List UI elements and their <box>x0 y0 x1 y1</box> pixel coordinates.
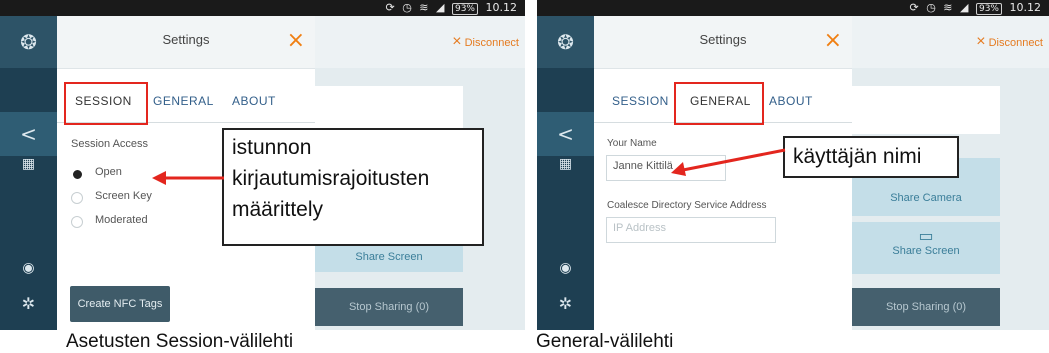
your-name-label: Your Name <box>607 138 657 149</box>
share-screen-button[interactable]: Share Screen <box>315 242 463 272</box>
tab-about[interactable]: ABOUT <box>769 94 813 108</box>
radio-moderated[interactable] <box>71 216 83 228</box>
alarm-icon: ◷ <box>926 1 936 14</box>
option-open-label: Open <box>95 166 122 178</box>
close-icon: × <box>976 33 986 50</box>
wifi-icon: ≋ <box>419 1 429 14</box>
callout-arrow-left <box>152 171 224 185</box>
wifi-icon: ≋ <box>943 1 953 14</box>
share-icon[interactable]: < <box>0 122 57 146</box>
radio-screen-key[interactable] <box>71 192 83 204</box>
sync-icon: ⟳ <box>385 1 395 14</box>
share-screen-button[interactable]: ▭ Share Screen <box>852 222 1000 274</box>
app-logo-icon[interactable]: ❂ <box>537 30 594 54</box>
status-icons: ⟳ ◷ ≋ ◢ 93% 10.12 <box>381 1 518 15</box>
share-icon[interactable]: < <box>537 122 594 146</box>
option-moderated-label: Moderated <box>95 214 148 226</box>
tab-general[interactable]: GENERAL <box>153 94 214 108</box>
eye-icon[interactable]: ◉ <box>537 260 594 276</box>
stop-sharing-button[interactable]: Stop Sharing (0) <box>852 288 1000 326</box>
settings-title: Settings <box>699 32 747 47</box>
gear-icon[interactable]: ✲ <box>0 294 57 313</box>
calendar-icon[interactable]: ▦ <box>537 156 594 172</box>
callout-user-name: käyttäjän nimi <box>783 136 959 178</box>
clock: 10.12 <box>485 1 518 14</box>
callout-arrow-right <box>671 148 786 176</box>
side-rail: ❂ < ▦ ◉ ✲ <box>537 16 594 330</box>
sync-icon: ⟳ <box>909 1 919 14</box>
settings-header: Settings × <box>57 16 315 69</box>
highlight-box-general <box>674 82 764 125</box>
side-rail: ❂ < ▦ ◉ ✲ <box>0 16 57 330</box>
right-caption: General-välilehti <box>536 331 674 352</box>
highlight-box-session <box>64 82 148 125</box>
signal-icon: ◢ <box>960 1 969 14</box>
preview-card <box>315 86 463 134</box>
eye-icon[interactable]: ◉ <box>0 260 57 276</box>
settings-title: Settings <box>162 32 210 47</box>
address-field[interactable]: IP Address <box>606 217 776 243</box>
callout-session-access: istunnon kirjautumisrajoitusten määritte… <box>222 128 484 246</box>
option-screen-key-label: Screen Key <box>95 190 152 202</box>
stop-sharing-button[interactable]: Stop Sharing (0) <box>315 288 463 326</box>
monitor-icon: ▭ <box>918 226 934 245</box>
close-icon: × <box>452 33 462 50</box>
address-label: Coalesce Directory Service Address <box>607 200 767 211</box>
settings-header: Settings × <box>594 16 852 69</box>
status-icons: ⟳ ◷ ≋ ◢ 93% 10.12 <box>905 1 1042 15</box>
clock: 10.12 <box>1009 1 1042 14</box>
signal-icon: ◢ <box>436 1 445 14</box>
battery-indicator: 93% <box>451 3 478 15</box>
status-bar: ⟳ ◷ ≋ ◢ 93% 10.12 <box>537 0 1049 16</box>
app-logo-icon[interactable]: ❂ <box>0 30 57 54</box>
alarm-icon: ◷ <box>402 1 412 14</box>
gear-icon[interactable]: ✲ <box>537 294 594 313</box>
disconnect-button[interactable]: × Disconnect <box>976 33 1043 51</box>
close-icon[interactable]: × <box>824 28 842 53</box>
status-bar: ⟳ ◷ ≋ ◢ 93% 10.12 <box>0 0 525 16</box>
preview-card <box>852 86 1000 134</box>
tab-session[interactable]: SESSION <box>612 94 669 108</box>
battery-indicator: 93% <box>975 3 1002 15</box>
screenshot-general-tab: ⟳ ◷ ≋ ◢ 93% 10.12 ❂ < ▦ ◉ ✲ Settings × S… <box>537 0 1049 330</box>
calendar-icon[interactable]: ▦ <box>0 156 57 172</box>
radio-open[interactable] <box>73 170 82 179</box>
create-nfc-tags-button[interactable]: Create NFC Tags <box>70 286 170 322</box>
session-access-label: Session Access <box>71 138 149 150</box>
screenshot-session-tab: ⟳ ◷ ≋ ◢ 93% 10.12 ❂ < ▦ ◉ ✲ Settings × S… <box>0 0 525 330</box>
disconnect-button[interactable]: × Disconnect <box>452 33 519 51</box>
left-caption: Asetusten Session-välilehti <box>66 331 294 352</box>
close-icon[interactable]: × <box>287 28 305 53</box>
tab-about[interactable]: ABOUT <box>232 94 276 108</box>
